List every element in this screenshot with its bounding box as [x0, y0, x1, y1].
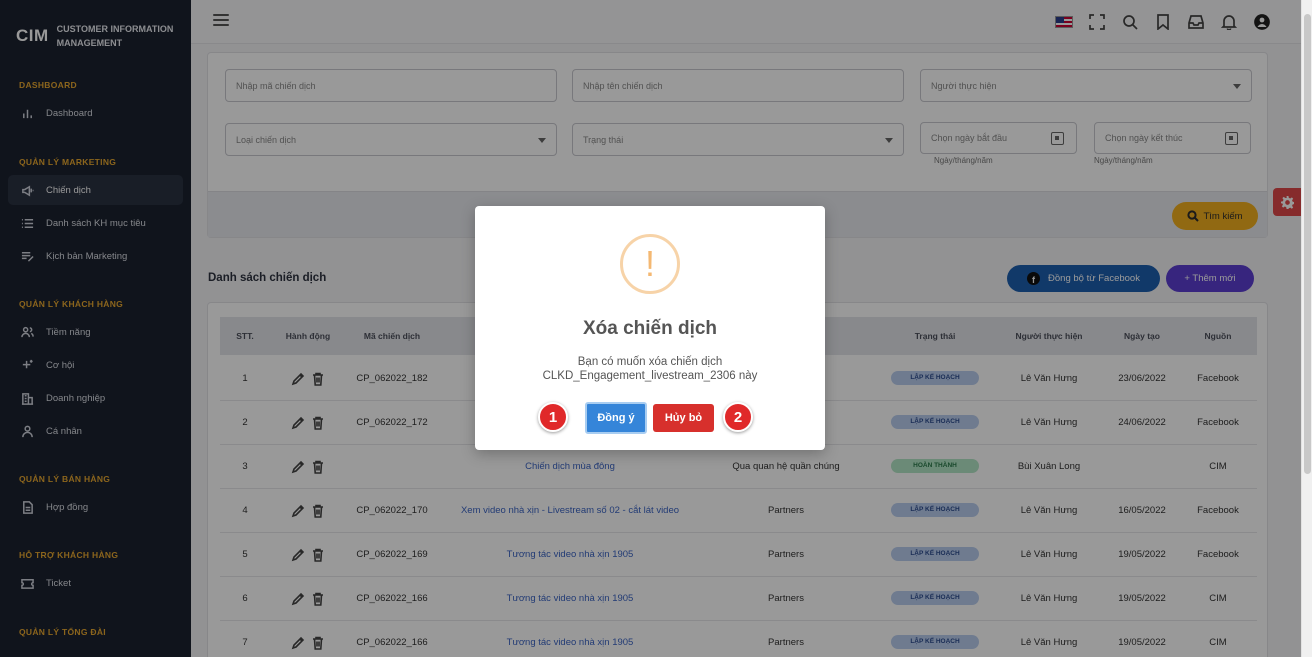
delete-campaign-dialog: ! Xóa chiến dịch Bạn có muốn xóa chiến d… — [475, 206, 825, 450]
warning-icon: ! — [620, 234, 680, 294]
scrollbar-thumb[interactable] — [1304, 14, 1311, 474]
dialog-message: Bạn có muốn xóa chiến dịch CLKD_Engageme… — [542, 356, 758, 382]
annotation-marker-2: 2 — [723, 402, 753, 432]
confirm-button[interactable]: Đồng ý — [585, 402, 647, 434]
page-scrollbar[interactable] — [1301, 0, 1312, 657]
cancel-button[interactable]: Hủy bỏ — [653, 404, 714, 432]
dialog-title: Xóa chiến dịch — [582, 318, 718, 339]
annotation-marker-1: 1 — [538, 402, 568, 432]
